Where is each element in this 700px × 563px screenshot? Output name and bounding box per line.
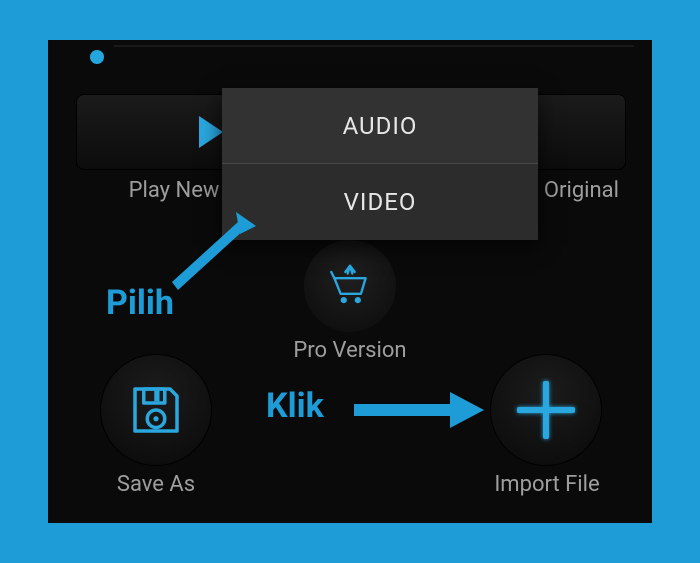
media-type-popup: AUDIO VIDEO — [222, 88, 538, 240]
indicator-dot — [90, 50, 104, 64]
pro-version-label: Pro Version — [280, 338, 420, 363]
popup-item-audio[interactable]: AUDIO — [222, 88, 538, 164]
annotation-pilih: Pilih — [106, 283, 174, 323]
floppy-icon — [128, 382, 184, 438]
cart-icon — [325, 261, 375, 311]
pro-version-area: Pro Version — [280, 240, 420, 363]
topbar-track — [114, 45, 634, 47]
pro-version-button[interactable] — [304, 240, 396, 332]
popup-item-video[interactable]: VIDEO — [222, 164, 538, 240]
arrow-annotation — [354, 390, 484, 430]
plus-icon — [543, 381, 549, 439]
import-file-label: Import File — [472, 472, 622, 497]
play-icon — [199, 116, 223, 148]
save-as-label: Save As — [96, 472, 216, 497]
topbar — [48, 40, 652, 62]
arrow-annotation — [166, 212, 256, 292]
annotation-klik: Klik — [266, 386, 324, 426]
import-file-button[interactable] — [490, 354, 602, 466]
save-as-button[interactable] — [100, 354, 212, 466]
app-window: Play New Play Original Pro Version — [48, 40, 652, 523]
